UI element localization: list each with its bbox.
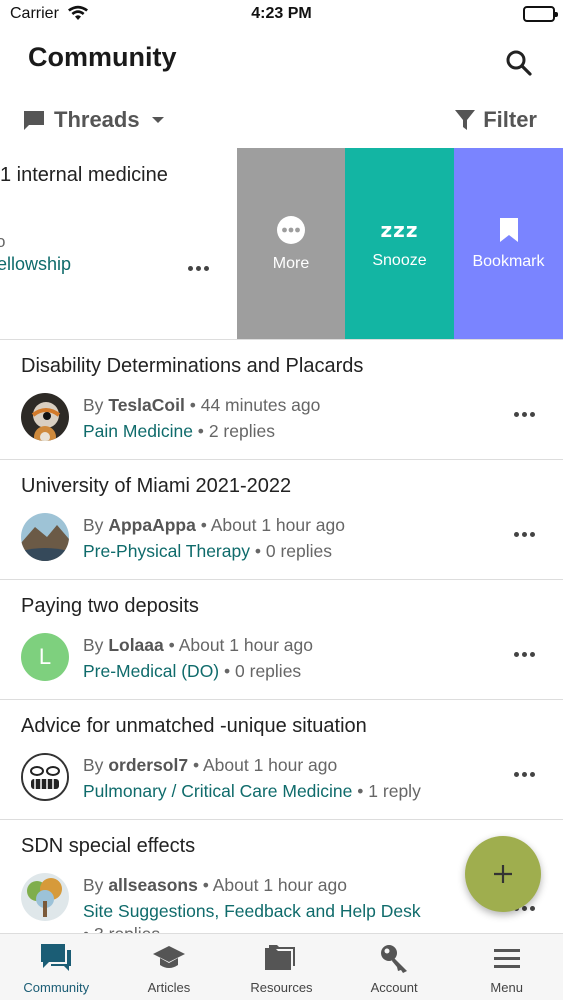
author-name[interactable]: allseasons (108, 875, 198, 895)
clock: 4:23 PM (251, 5, 312, 22)
thread-time: About 1 hour ago (202, 755, 338, 775)
tab-label: Account (370, 980, 418, 995)
plus-icon (494, 865, 512, 883)
thread-title: SDN special effects (21, 835, 196, 857)
tab-account[interactable]: Account (338, 934, 451, 1000)
tab-label: Articles (147, 980, 191, 995)
thread-time: About 1 hour ago (210, 515, 346, 535)
more-options-icon[interactable] (514, 532, 535, 537)
swiped-thread-row[interactable]: 1 internal medicine o ellowship More zzz… (0, 148, 563, 340)
swiped-thread-content[interactable]: 1 internal medicine o ellowship (0, 148, 237, 339)
thread-time: 44 minutes ago (200, 395, 321, 415)
category-link[interactable]: Site Suggestions (83, 901, 214, 921)
threads-dropdown[interactable]: Threads (22, 104, 164, 136)
thread-row[interactable]: Paying two deposits L By Lolaaa • About … (0, 580, 563, 700)
category-link[interactable]: Pulmonary / Critical Care Medicine (83, 781, 352, 801)
category-link-2[interactable]: Feedback and Help Desk (224, 901, 421, 921)
tab-resources[interactable]: Resources (225, 934, 338, 1000)
reply-count: 2 replies (208, 421, 275, 441)
more-circle-icon (277, 216, 305, 244)
filter-icon (455, 110, 476, 130)
thread-time: About 1 hour ago (178, 635, 313, 655)
battery-icon (523, 6, 558, 22)
thread-row[interactable]: Disability Determinations and Placards B… (0, 340, 563, 460)
thread-row[interactable]: University of Miami 2021-2022 By AppaApp… (0, 460, 563, 580)
search-icon (506, 50, 532, 76)
tab-articles[interactable]: Articles (113, 934, 226, 1000)
more-options-icon[interactable] (514, 772, 535, 777)
robot-avatar[interactable] (21, 393, 69, 441)
author-name[interactable]: Lolaaa (108, 635, 163, 655)
chat-bubbles-icon (41, 944, 72, 971)
landscape-avatar[interactable] (21, 513, 69, 561)
thread-meta: o (0, 232, 5, 252)
thread-title: Paying two deposits (21, 595, 199, 617)
thread-row[interactable]: Advice for unmatched -unique situation B… (0, 700, 563, 820)
tab-community[interactable]: Community (0, 934, 113, 1000)
new-thread-fab[interactable] (465, 836, 541, 912)
tree-avatar[interactable] (21, 873, 69, 921)
author-name[interactable]: AppaAppa (108, 515, 196, 535)
page-title: Community (28, 42, 177, 72)
thread-category-link[interactable]: ellowship (0, 254, 71, 275)
reply-count: 0 replies (235, 661, 302, 681)
folders-icon (265, 945, 296, 970)
tab-menu[interactable]: Menu (450, 934, 563, 1000)
more-action-label: More (272, 255, 310, 272)
more-options-icon[interactable] (514, 652, 535, 657)
thread-title: 1 internal medicine (0, 164, 168, 186)
more-options-icon[interactable] (514, 412, 535, 417)
category-link[interactable]: Pre-Medical (DO) (83, 661, 219, 681)
bookmark-action-button[interactable]: Bookmark (454, 148, 563, 339)
tab-label: Community (23, 980, 90, 995)
threads-dropdown-label: Threads (54, 107, 140, 132)
thread-title: Advice for unmatched -unique situation (21, 715, 367, 737)
reply-count: 1 reply (368, 781, 421, 801)
tab-label: Resources (250, 980, 313, 995)
snooze-action-label: Snooze (372, 252, 427, 269)
search-button[interactable] (503, 47, 535, 79)
key-icon (381, 945, 408, 973)
more-options-icon[interactable] (188, 266, 209, 271)
category-link[interactable]: Pain Medicine (83, 421, 193, 441)
chat-bubble-icon (24, 111, 44, 130)
hamburger-icon (493, 949, 520, 968)
category-link[interactable]: Pre-Physical Therapy (83, 541, 250, 561)
graduation-cap-icon (152, 946, 185, 968)
snooze-action-button[interactable]: zzz Snooze (345, 148, 454, 339)
reply-count: 0 replies (265, 541, 333, 561)
caret-down-icon (151, 117, 164, 123)
tab-bar: Community Articles Resources Account Men… (0, 933, 563, 1000)
author-name[interactable]: TeslaCoil (108, 395, 185, 415)
letter-avatar[interactable]: L (21, 633, 69, 681)
thread-title: Disability Determinations and Placards (21, 355, 364, 377)
snooze-icon: zzz (380, 218, 419, 242)
more-action-button[interactable]: More (237, 148, 345, 339)
bookmark-action-label: Bookmark (472, 253, 545, 270)
thread-title: University of Miami 2021-2022 (21, 475, 292, 497)
author-name[interactable]: ordersol7 (108, 755, 188, 775)
meme-face-avatar[interactable] (21, 753, 69, 801)
bookmark-icon (499, 218, 518, 242)
thread-time: About 1 hour ago (212, 875, 348, 895)
status-bar: Carrier 4:23 PM (0, 0, 563, 30)
filter-label: Filter (483, 107, 537, 132)
tab-label: Menu (490, 980, 523, 995)
filter-button[interactable]: Filter (455, 104, 537, 136)
